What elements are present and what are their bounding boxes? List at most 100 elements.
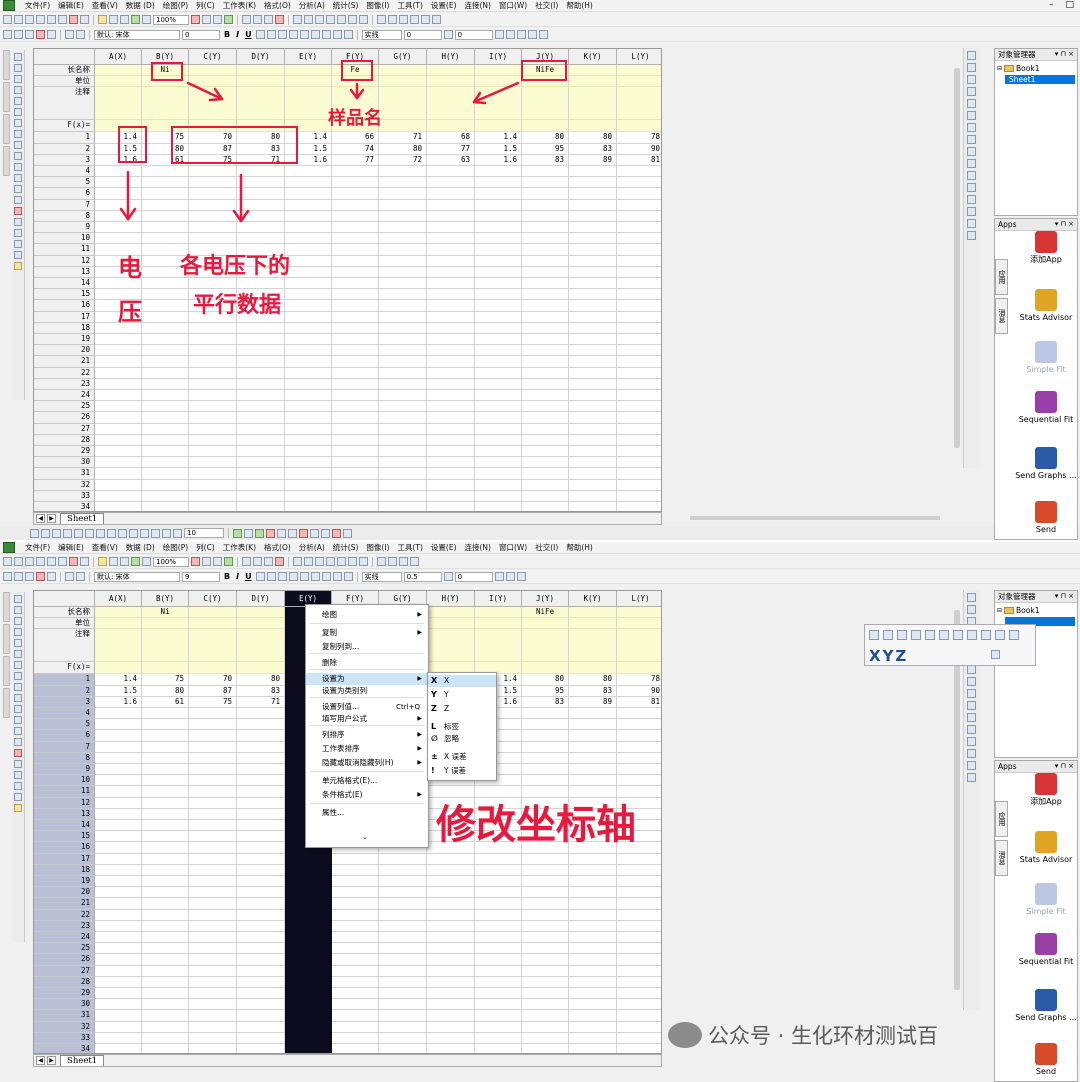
new-notes-icon[interactable]	[69, 557, 78, 566]
table-cell[interactable]	[189, 741, 237, 753]
table-cell[interactable]: 83	[569, 143, 617, 155]
context-menu-item[interactable]: 绘图 ▶	[306, 609, 428, 621]
table-cell[interactable]	[475, 255, 522, 267]
back-icon[interactable]	[538, 30, 548, 39]
table-cell[interactable]	[332, 378, 379, 390]
meta-cell[interactable]	[569, 607, 617, 619]
table-cell[interactable]	[189, 334, 237, 346]
table-cell[interactable]	[332, 943, 379, 955]
right-tool-14-icon[interactable]	[967, 207, 976, 216]
set-x-icon[interactable]	[337, 557, 346, 566]
table-cell[interactable]	[237, 345, 285, 357]
table-cell[interactable]	[617, 910, 661, 921]
table-cell[interactable]	[332, 356, 379, 368]
table-cell[interactable]	[617, 865, 661, 876]
meta-cell[interactable]	[475, 607, 522, 619]
stats-icon[interactable]	[388, 15, 397, 24]
table-cell[interactable]	[522, 988, 569, 1000]
highlight-icon[interactable]	[14, 262, 22, 270]
open-icon[interactable]	[80, 15, 89, 24]
table-cell[interactable]: 80	[522, 674, 569, 686]
meta-cell[interactable]	[237, 65, 285, 77]
table-cell[interactable]	[617, 312, 661, 323]
rect-tool-icon[interactable]	[14, 716, 22, 724]
table-cell[interactable]	[237, 177, 285, 189]
tab-apps[interactable]: 应用	[995, 259, 1008, 295]
row-header[interactable]: 3	[34, 154, 95, 166]
table-cell[interactable]	[142, 943, 189, 955]
table-cell[interactable]	[617, 753, 661, 764]
table-cell[interactable]: 1.6	[95, 696, 142, 708]
row-header[interactable]: 9	[34, 222, 95, 234]
table-cell[interactable]	[617, 966, 661, 977]
bottom-tool-11-icon[interactable]	[140, 528, 149, 538]
meta-cell[interactable]	[427, 76, 475, 88]
menu-11[interactable]: 工具(T)	[393, 0, 426, 11]
table-cell[interactable]	[285, 367, 332, 379]
table-cell[interactable]	[95, 1021, 142, 1033]
submenu-item[interactable]: ZZ	[428, 703, 496, 715]
row-header[interactable]: 7	[34, 199, 95, 211]
table-cell[interactable]	[617, 977, 661, 988]
table-cell[interactable]	[617, 954, 661, 966]
meta-cell[interactable]	[142, 87, 189, 121]
table-cell[interactable]	[569, 367, 617, 379]
italic-button[interactable]: I	[234, 30, 241, 39]
command-window-icon[interactable]	[264, 15, 273, 24]
table-cell[interactable]: 1.5	[95, 685, 142, 697]
table-cell[interactable]: 95	[522, 685, 569, 697]
table-cell[interactable]	[379, 876, 427, 888]
table-cell[interactable]	[332, 222, 379, 234]
meta-cell[interactable]	[569, 618, 617, 630]
row-header[interactable]: 6	[34, 188, 95, 200]
right-tool-12-icon[interactable]	[967, 725, 976, 734]
rect-tool-icon[interactable]	[14, 174, 22, 182]
paste-icon[interactable]	[25, 30, 34, 39]
zoom-out-icon[interactable]	[14, 75, 22, 83]
plot-line-icon[interactable]	[233, 528, 242, 538]
right-tool-4-icon[interactable]	[967, 87, 976, 96]
table-cell[interactable]	[332, 502, 379, 511]
table-cell[interactable]	[617, 356, 661, 368]
table-cell[interactable]	[427, 1044, 475, 1053]
table-cell[interactable]	[379, 378, 427, 390]
table-cell[interactable]	[522, 887, 569, 899]
row-header[interactable]: 15	[34, 289, 95, 301]
zoom-out-icon[interactable]	[14, 617, 22, 625]
view-icon[interactable]	[869, 630, 879, 640]
table-cell[interactable]	[142, 334, 189, 346]
table-cell[interactable]	[379, 199, 427, 211]
table-cell[interactable]	[522, 719, 569, 731]
meta-cell[interactable]	[189, 76, 237, 88]
table-cell[interactable]	[379, 1044, 427, 1053]
table-cell[interactable]	[189, 390, 237, 402]
bottom-tool-14-icon[interactable]	[173, 528, 182, 538]
row-header[interactable]: 21	[34, 898, 95, 910]
table-cell[interactable]	[569, 1021, 617, 1033]
table-cell[interactable]: 75	[142, 674, 189, 686]
table-cell[interactable]	[95, 446, 142, 458]
column-header[interactable]: A(X)	[95, 49, 142, 65]
table-cell[interactable]	[617, 278, 661, 290]
app-item[interactable]: Stats Advisor	[1013, 831, 1079, 865]
table-cell[interactable]	[189, 719, 237, 731]
table-cell[interactable]	[475, 222, 522, 234]
table-cell[interactable]	[379, 166, 427, 178]
table-cell[interactable]	[427, 988, 475, 1000]
table-cell[interactable]	[237, 446, 285, 458]
table-cell[interactable]	[522, 965, 569, 977]
table-cell[interactable]	[189, 1032, 237, 1044]
table-cell[interactable]	[142, 378, 189, 390]
table-cell[interactable]	[617, 932, 661, 944]
table-cell[interactable]	[475, 457, 522, 469]
row-header[interactable]: 23	[34, 378, 95, 390]
table-cell[interactable]	[427, 954, 475, 966]
table-cell[interactable]	[95, 898, 142, 910]
table-cell[interactable]	[332, 289, 379, 301]
table-cell[interactable]	[285, 999, 332, 1011]
context-menu-item[interactable]: 条件格式(E) ▶	[306, 789, 428, 801]
table-cell[interactable]	[95, 842, 142, 854]
table-cell[interactable]	[522, 1044, 569, 1053]
table-cell[interactable]	[142, 988, 189, 1000]
table-cell[interactable]	[427, 367, 475, 379]
